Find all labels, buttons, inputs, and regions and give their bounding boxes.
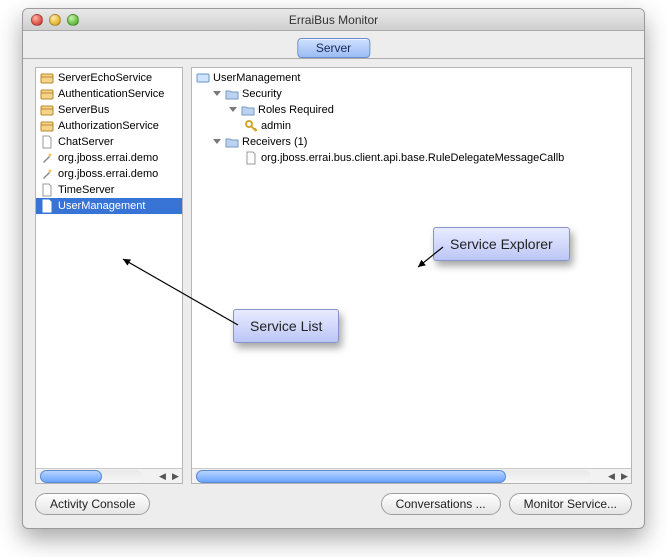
folder-icon [225, 135, 239, 149]
tab-server[interactable]: Server [297, 38, 370, 58]
disclosure-triangle-icon[interactable] [228, 105, 238, 115]
service-list-item[interactable]: AuthenticationService [36, 86, 182, 102]
service-list-item[interactable]: org.jboss.errai.demo [36, 150, 182, 166]
tree-leaf-receiver[interactable]: org.jboss.errai.bus.client.api.base.Rule… [192, 150, 631, 166]
tree-label: admin [261, 120, 291, 132]
tab-bar: Server [23, 31, 644, 59]
key-icon [244, 119, 258, 133]
package-icon [40, 71, 54, 85]
service-label: ServerEchoService [58, 72, 152, 84]
component-icon [196, 71, 210, 85]
tree-node-security[interactable]: Security [192, 86, 631, 102]
annotation-service-explorer: Service Explorer [433, 227, 570, 261]
service-list-item[interactable]: ServerBus [36, 102, 182, 118]
file-icon [40, 199, 54, 213]
activity-console-button[interactable]: Activity Console [35, 493, 150, 515]
scroll-left-icon[interactable]: ◀ [156, 470, 169, 483]
folder-icon [241, 103, 255, 117]
scroll-left-icon[interactable]: ◀ [605, 470, 618, 483]
tree-node-roles-required[interactable]: Roles Required [192, 102, 631, 118]
titlebar: ErraiBus Monitor [23, 9, 644, 31]
tree-label: Roles Required [258, 104, 334, 116]
annotation-service-list: Service List [233, 309, 339, 343]
horizontal-scrollbar[interactable]: ◀▶ [36, 468, 182, 483]
horizontal-scrollbar[interactable]: ◀▶ [192, 468, 631, 483]
service-list-item[interactable]: AuthorizationService [36, 118, 182, 134]
service-label: AuthenticationService [58, 88, 164, 100]
service-label: AuthorizationService [58, 120, 159, 132]
wand-icon [40, 167, 54, 181]
tree-label: Security [242, 88, 282, 100]
scroll-right-icon[interactable]: ▶ [169, 470, 182, 483]
package-icon [40, 87, 54, 101]
tree-label: org.jboss.errai.bus.client.api.base.Rule… [261, 152, 564, 164]
service-explorer-pane: UserManagement Security Roles Required [191, 67, 632, 484]
monitor-service-button[interactable]: Monitor Service... [509, 493, 632, 515]
service-list-item[interactable]: org.jboss.errai.demo [36, 166, 182, 182]
scroll-right-icon[interactable]: ▶ [618, 470, 631, 483]
package-icon [40, 119, 54, 133]
tree-leaf-admin[interactable]: admin [192, 118, 631, 134]
service-list-item[interactable]: ServerEchoService [36, 70, 182, 86]
file-icon [244, 151, 258, 165]
service-label: ServerBus [58, 104, 109, 116]
conversations-button[interactable]: Conversations ... [381, 493, 501, 515]
service-label: UserManagement [58, 200, 145, 212]
disclosure-triangle-icon[interactable] [212, 89, 222, 99]
service-tree[interactable]: UserManagement Security Roles Required [192, 68, 631, 468]
service-list-item[interactable]: ChatServer [36, 134, 182, 150]
tree-label: UserManagement [213, 72, 300, 84]
tree-root[interactable]: UserManagement [192, 70, 631, 86]
window-title: ErraiBus Monitor [23, 13, 644, 27]
disclosure-triangle-icon[interactable] [212, 137, 222, 147]
service-list-pane: ServerEchoService AuthenticationService … [35, 67, 183, 484]
service-label: ChatServer [58, 136, 114, 148]
main-content: ServerEchoService AuthenticationService … [35, 67, 632, 484]
file-icon [40, 183, 54, 197]
tree-node-receivers[interactable]: Receivers (1) [192, 134, 631, 150]
package-icon [40, 103, 54, 117]
service-list-item[interactable]: UserManagement [36, 198, 182, 214]
folder-icon [225, 87, 239, 101]
tree-label: Receivers (1) [242, 136, 307, 148]
service-label: org.jboss.errai.demo [58, 168, 158, 180]
service-list[interactable]: ServerEchoService AuthenticationService … [36, 68, 182, 468]
file-icon [40, 135, 54, 149]
service-label: org.jboss.errai.demo [58, 152, 158, 164]
service-list-item[interactable]: TimeServer [36, 182, 182, 198]
app-window: ErraiBus Monitor Server ServerEchoServic… [22, 8, 645, 529]
bottom-toolbar: Activity Console Conversations ... Monit… [35, 490, 632, 518]
service-label: TimeServer [58, 184, 114, 196]
wand-icon [40, 151, 54, 165]
